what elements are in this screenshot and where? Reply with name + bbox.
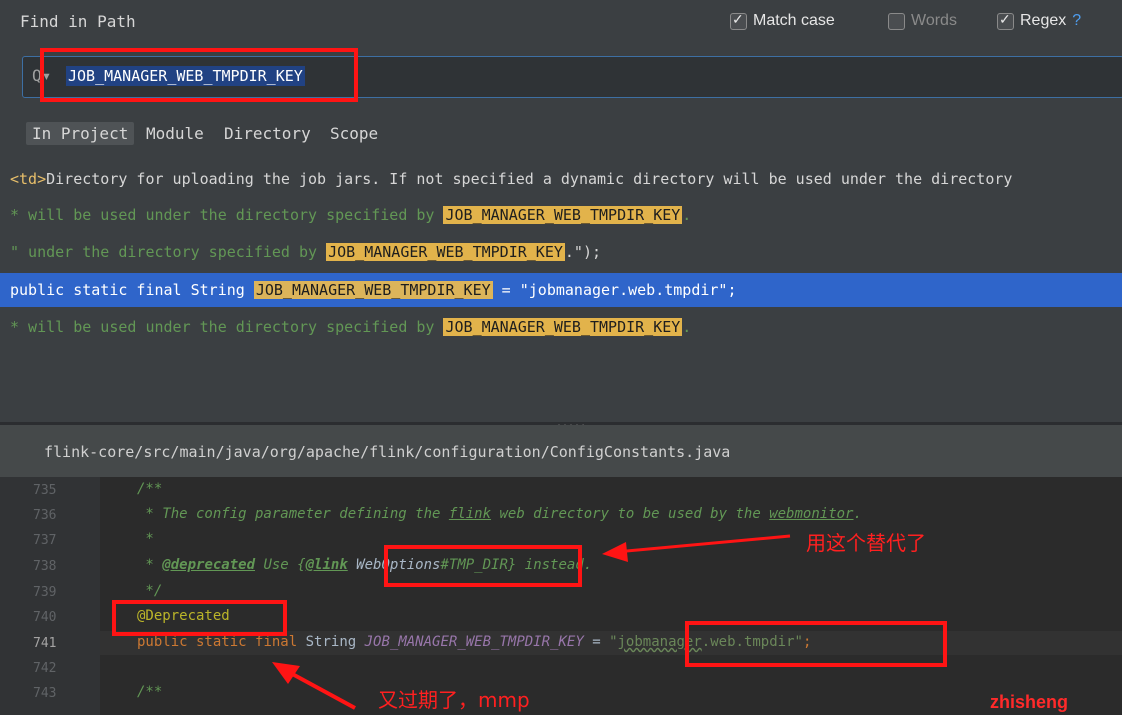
watermark: zhisheng xyxy=(990,692,1069,712)
arrow-to-weboptions xyxy=(602,534,791,562)
annotation-arrows xyxy=(272,534,791,710)
annotation-replace-note: 用这个替代了 xyxy=(806,531,926,555)
arrow-to-final xyxy=(272,662,356,710)
annotation-expired-note: 又过期了，mmp xyxy=(378,688,530,712)
